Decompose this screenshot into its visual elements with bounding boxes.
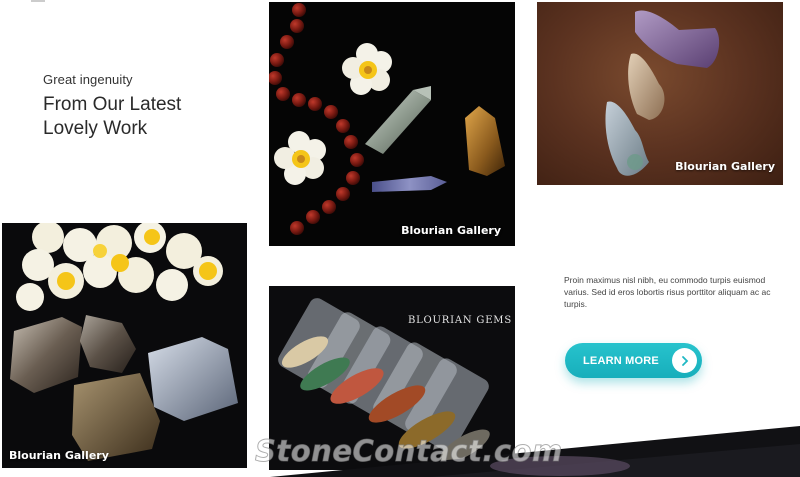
stones-beads-image — [269, 3, 505, 235]
gallery-tile-leather-crystals[interactable]: Blourian Gallery — [537, 2, 783, 185]
leather-crystals-image — [605, 10, 720, 176]
top-edge-strip — [31, 0, 45, 2]
gallery-tile-stones-beads[interactable]: Blourian Gallery — [269, 2, 515, 246]
agate-point — [372, 176, 447, 192]
flowers-agate-image — [10, 223, 238, 461]
daffodil-cluster — [16, 223, 223, 311]
headline-line-2: Lovely Work — [43, 118, 148, 139]
brand-mark: BLOURIAN GEMS — [407, 315, 512, 326]
agate-cube-1 — [10, 317, 82, 393]
bead-strand — [269, 3, 364, 235]
daffodil-2 — [274, 131, 326, 185]
section-kicker: Great ingenuity — [43, 72, 133, 87]
section-description: Proin maximus nisl nibh, eu commodo turp… — [564, 275, 771, 309]
learn-more-button[interactable]: LEARN MORE — [565, 343, 702, 378]
purple-bird-crystal — [635, 10, 720, 68]
learn-more-label: LEARN MORE — [583, 354, 659, 367]
amber-point — [465, 106, 505, 176]
tile-caption: Blourian Gallery — [9, 449, 109, 462]
tile-caption: Blourian Gallery — [401, 224, 501, 237]
gallery-tile-flowers-agate[interactable]: Blourian Gallery — [2, 223, 247, 468]
daffodil-1 — [342, 43, 392, 95]
intro-block: Great ingenuity From Our Latest Lovely W… — [43, 72, 253, 141]
headline-line-1: From Our Latest — [43, 94, 182, 115]
geode-crystal — [628, 53, 665, 120]
quartz-point — [365, 90, 431, 154]
section-headline: From Our Latest Lovely Work — [43, 93, 253, 141]
watermark: StoneContact.com — [255, 434, 563, 469]
agate-cube-2 — [148, 337, 238, 421]
agate-cube-3 — [72, 373, 160, 461]
tile-caption: Blourian Gallery — [675, 160, 775, 173]
chevron-right-icon — [672, 348, 697, 373]
